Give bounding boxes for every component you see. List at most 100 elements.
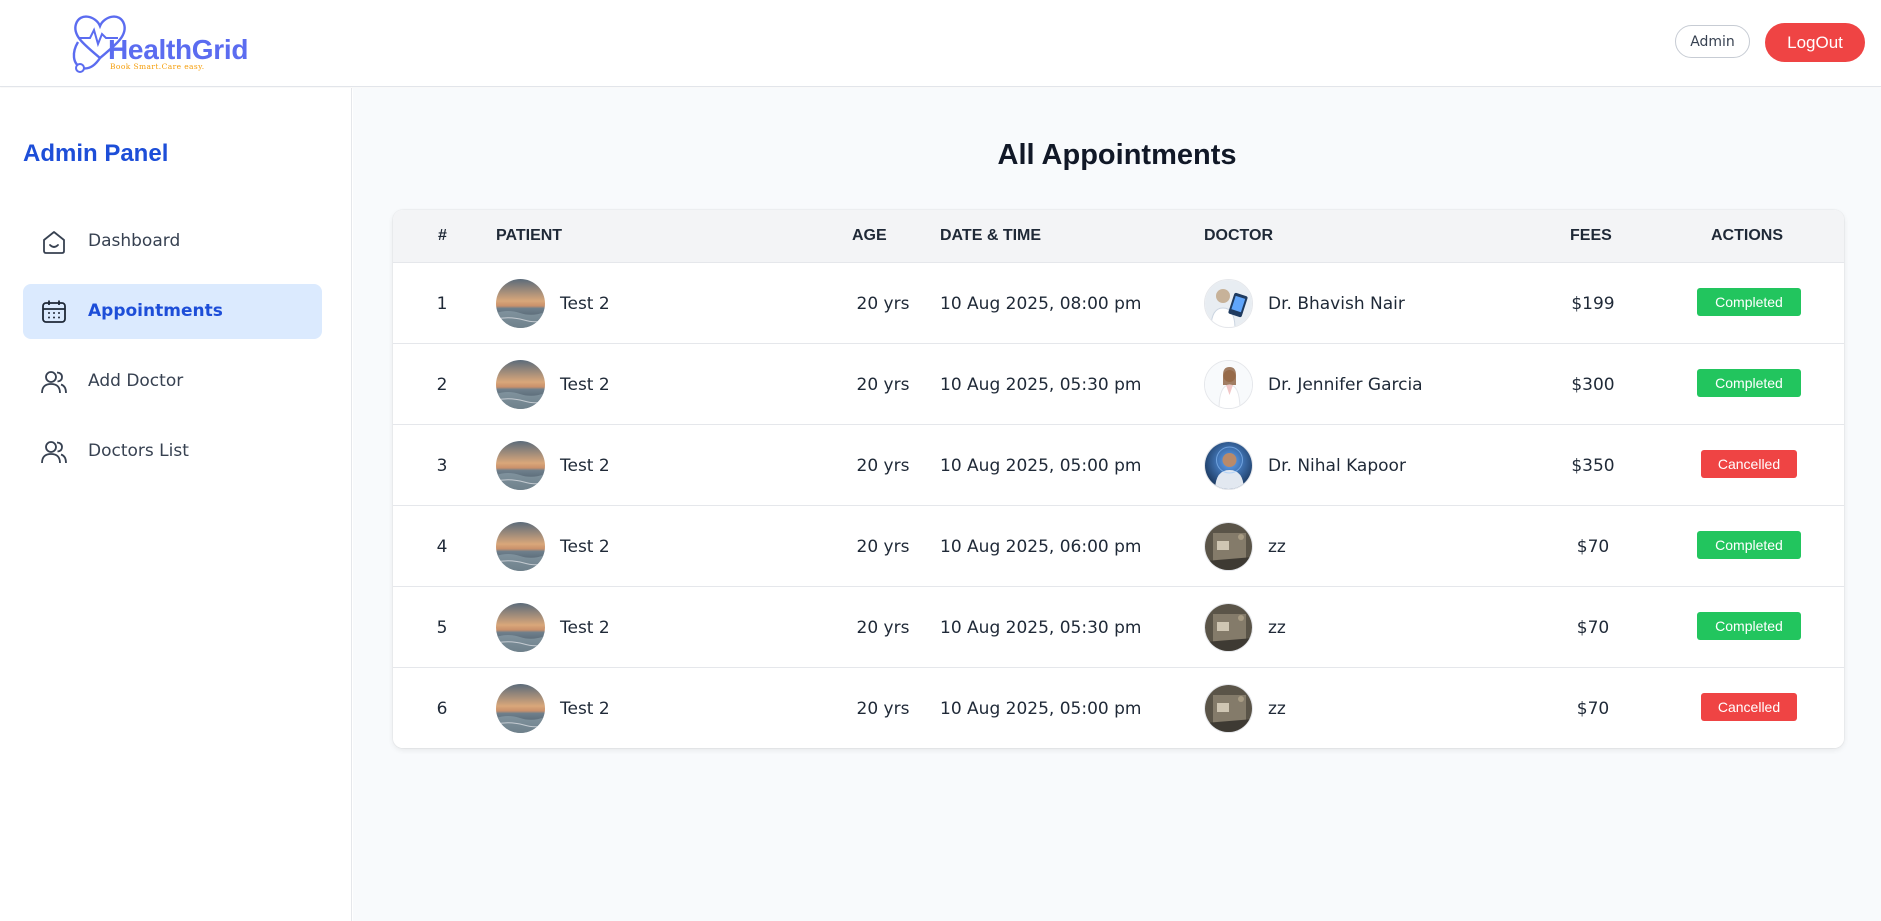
appointment-fee: $300 [1571, 375, 1615, 395]
row-index: 1 [436, 294, 448, 314]
sidebar: Admin Panel Dashboard Appointments Add D… [0, 88, 352, 921]
doctor-photo [1205, 604, 1252, 651]
patient-avatar [496, 279, 545, 328]
status-badge-completed[interactable]: Completed [1697, 612, 1801, 640]
doctor-avatar [1204, 441, 1253, 490]
appointment-datetime: 10 Aug 2025, 06:00 pm [940, 537, 1142, 557]
appointment-fee: $199 [1571, 294, 1615, 314]
appointment-fee: $70 [1576, 618, 1610, 638]
doctor-avatar [1204, 684, 1253, 733]
column-header-fees: FEES [1570, 227, 1612, 244]
table-row: 1 Test 2 20 yrs 10 Aug 2025, 08:00 pm Dr. Bh… [393, 262, 1844, 343]
appointment-datetime: 10 Aug 2025, 08:00 pm [940, 294, 1142, 314]
column-header-age: AGE [852, 227, 887, 244]
table-row: 3 Test 2 20 yrs 10 Aug 2025, 05:00 pm Dr. Ni… [393, 424, 1844, 505]
doctor-name: Dr. Jennifer Garcia [1268, 375, 1423, 395]
page-title: All Appointments [997, 139, 1237, 171]
status-badge-completed[interactable]: Completed [1697, 531, 1801, 559]
patient-avatar [496, 603, 545, 652]
row-index: 3 [436, 456, 448, 476]
doctor-photo [1205, 280, 1252, 327]
sidebar-title: Admin Panel [23, 140, 169, 167]
patient-photo [496, 522, 545, 571]
home-icon [43, 231, 65, 254]
row-index: 2 [436, 375, 448, 395]
role-badge: Admin [1675, 25, 1750, 58]
sidebar-item-label: Doctors List [88, 441, 189, 461]
doctor-photo [1205, 523, 1252, 570]
calendar-icon [42, 300, 66, 323]
doctor-name: zz [1268, 618, 1286, 638]
table-header: # PATIENT AGE DATE & TIME DOCTOR FEES AC… [393, 210, 1844, 262]
patient-photo [496, 360, 545, 409]
patient-avatar [496, 684, 545, 733]
patient-name: Test 2 [560, 375, 610, 395]
patient-name: Test 2 [560, 618, 610, 638]
appointment-datetime: 10 Aug 2025, 05:30 pm [940, 618, 1142, 638]
patient-avatar [496, 441, 545, 490]
sidebar-item-doctors-list[interactable]: Doctors List [23, 424, 322, 479]
doctor-avatar [1204, 279, 1253, 328]
sidebar-item-dashboard[interactable]: Dashboard [23, 214, 322, 269]
doctor-photo [1205, 442, 1252, 489]
patient-age: 20 yrs [856, 537, 910, 557]
patient-age: 20 yrs [856, 699, 910, 719]
patient-photo [496, 441, 545, 490]
appointment-fee: $70 [1576, 537, 1610, 557]
status-badge-completed[interactable]: Completed [1697, 288, 1801, 316]
healthgrid-logo[interactable]: HealthGrid Book Smart.Care easy. [70, 8, 270, 78]
patient-name: Test 2 [560, 699, 610, 719]
table-row: 4 Test 2 20 yrs 10 Aug 2025, 06:00 pm zz $70 C… [393, 505, 1844, 586]
row-index: 5 [436, 618, 448, 638]
column-header-datetime: DATE & TIME [940, 227, 1042, 244]
table-row: 5 Test 2 20 yrs 10 Aug 2025, 05:30 pm zz $70 C… [393, 586, 1844, 667]
appointment-fee: $350 [1571, 456, 1615, 476]
doctor-avatar [1204, 522, 1253, 571]
table-row: 2 Test 2 20 yrs 10 Aug 2025, 05:30 pm Dr. Je… [393, 343, 1844, 424]
doctor-photo [1205, 361, 1252, 408]
main-content: All Appointments # PATIENT AGE DATE & TI… [353, 88, 1881, 921]
appointment-datetime: 10 Aug 2025, 05:00 pm [940, 699, 1142, 719]
users-icon [41, 371, 67, 394]
sidebar-item-appointments[interactable]: Appointments [23, 284, 322, 339]
sidebar-item-label: Dashboard [88, 231, 181, 251]
column-header-index: # [438, 227, 447, 244]
column-header-patient: PATIENT [496, 227, 563, 244]
patient-photo [496, 603, 545, 652]
patient-avatar [496, 360, 545, 409]
sidebar-item-label: Appointments [88, 301, 223, 321]
row-index: 4 [436, 537, 448, 557]
users-icon [41, 441, 67, 464]
appointment-fee: $70 [1576, 699, 1610, 719]
appointment-datetime: 10 Aug 2025, 05:30 pm [940, 375, 1142, 395]
column-header-doctor: DOCTOR [1204, 227, 1274, 244]
status-badge-cancelled[interactable]: Cancelled [1701, 693, 1797, 721]
patient-age: 20 yrs [856, 618, 910, 638]
doctor-name: zz [1268, 537, 1286, 557]
appointment-datetime: 10 Aug 2025, 05:00 pm [940, 456, 1142, 476]
patient-age: 20 yrs [856, 456, 910, 476]
patient-name: Test 2 [560, 456, 610, 476]
patient-age: 20 yrs [856, 294, 910, 314]
sidebar-item-label: Add Doctor [88, 371, 184, 391]
logout-button[interactable]: LogOut [1765, 23, 1865, 62]
appointments-table: # PATIENT AGE DATE & TIME DOCTOR FEES AC… [393, 210, 1844, 748]
patient-name: Test 2 [560, 537, 610, 557]
row-index: 6 [436, 699, 448, 719]
doctor-name: zz [1268, 699, 1286, 719]
doctor-photo [1205, 685, 1252, 732]
patient-photo [496, 684, 545, 733]
patient-photo [496, 279, 545, 328]
doctor-avatar [1204, 360, 1253, 409]
patient-avatar [496, 522, 545, 571]
top-header: HealthGrid Book Smart.Care easy. Admin L… [0, 0, 1881, 87]
column-header-actions: ACTIONS [1711, 227, 1783, 244]
sidebar-item-add-doctor[interactable]: Add Doctor [23, 354, 322, 409]
brand-tagline: Book Smart.Care easy. [110, 62, 205, 71]
patient-age: 20 yrs [856, 375, 910, 395]
doctor-avatar [1204, 603, 1253, 652]
doctor-name: Dr. Bhavish Nair [1268, 294, 1405, 314]
status-badge-cancelled[interactable]: Cancelled [1701, 450, 1797, 478]
doctor-name: Dr. Nihal Kapoor [1268, 456, 1406, 476]
status-badge-completed[interactable]: Completed [1697, 369, 1801, 397]
